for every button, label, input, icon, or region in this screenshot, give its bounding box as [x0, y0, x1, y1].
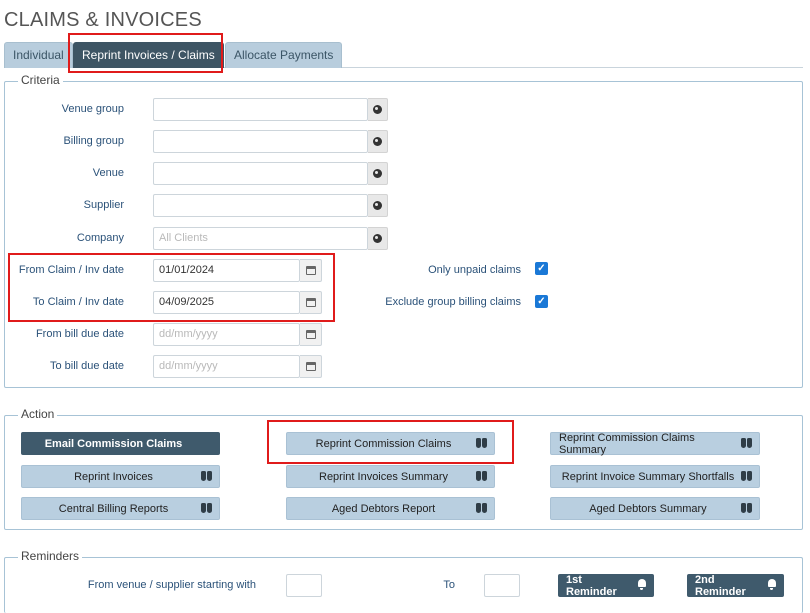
globe-icon: [373, 105, 382, 114]
tab-allocate-payments[interactable]: Allocate Payments: [225, 42, 343, 68]
globe-icon: [373, 169, 382, 178]
first-reminder-label: 1st Reminder: [566, 573, 617, 598]
supplier-label: Supplier: [83, 199, 124, 211]
aged-debtors-report-label: Aged Debtors Report: [331, 502, 436, 515]
binoculars-icon: [741, 438, 752, 449]
reprint-invoices-summary-button[interactable]: Reprint Invoices Summary: [286, 465, 495, 488]
reprint-commission-claims-button[interactable]: Reprint Commission Claims: [286, 432, 495, 455]
venue-lookup-button[interactable]: [368, 162, 388, 185]
reprint-invoices-label: Reprint Invoices: [74, 470, 153, 483]
supplier-input[interactable]: [153, 194, 368, 217]
venue-group-label: Venue group: [61, 103, 124, 115]
only-unpaid-label: Only unpaid claims: [428, 264, 521, 276]
company-lookup-button[interactable]: [368, 227, 388, 250]
exclude-group-label: Exclude group billing claims: [385, 296, 521, 308]
supplier-lookup-button[interactable]: [368, 194, 388, 217]
company-placeholder: All Clients: [159, 232, 208, 244]
aged-debtors-summary-button[interactable]: Aged Debtors Summary: [550, 497, 760, 520]
reprint-invoices-summary-label: Reprint Invoices Summary: [319, 470, 448, 483]
venue-input[interactable]: [153, 162, 368, 185]
from-claim-date-label: From Claim / Inv date: [18, 264, 124, 276]
venue-group-input[interactable]: [153, 98, 368, 121]
from-bill-due-label: From bill due date: [35, 328, 124, 340]
binoculars-icon: [741, 471, 752, 482]
from-bill-due-placeholder: dd/mm/yyyy: [159, 328, 218, 340]
calendar-icon: [305, 362, 316, 371]
email-commission-claims-button[interactable]: Email Commission Claims: [21, 432, 220, 455]
calendar-icon: [305, 266, 316, 275]
to-claim-date-input[interactable]: 04/09/2025: [153, 291, 300, 314]
reprint-commission-claims-summary-button[interactable]: Reprint Commission Claims Summary: [550, 431, 760, 456]
binoculars-icon: [476, 503, 487, 514]
second-reminder-label: 2nd Reminder: [695, 573, 746, 598]
second-reminder-button[interactable]: 2nd Reminder: [687, 573, 784, 598]
aged-debtors-summary-label: Aged Debtors Summary: [589, 502, 707, 515]
action-legend: Action: [18, 407, 58, 421]
globe-icon: [373, 137, 382, 146]
venue-group-lookup-button[interactable]: [368, 98, 388, 121]
reprint-invoice-summary-shortfalls-label: Reprint Invoice Summary Shortfalls: [561, 470, 735, 483]
reprint-invoice-summary-shortfalls-button[interactable]: Reprint Invoice Summary Shortfalls: [550, 465, 760, 488]
email-commission-claims-label: Email Commission Claims: [44, 437, 183, 450]
reprint-commission-claims-summary-label: Reprint Commission Claims Summary: [559, 431, 695, 456]
first-reminder-button[interactable]: 1st Reminder: [558, 573, 654, 598]
binoculars-icon: [201, 503, 212, 514]
central-billing-reports-label: Central Billing Reports: [58, 502, 169, 515]
to-bill-due-input[interactable]: dd/mm/yyyy: [153, 355, 300, 378]
envelope-icon: [202, 437, 213, 448]
reminders-from-label: From venue / supplier starting with: [87, 579, 256, 591]
reminders-to-input[interactable]: [484, 574, 520, 597]
globe-icon: [373, 234, 382, 243]
billing-group-label: Billing group: [63, 135, 124, 147]
to-bill-due-placeholder: dd/mm/yyyy: [159, 360, 218, 372]
billing-group-lookup-button[interactable]: [368, 130, 388, 153]
from-claim-date-input[interactable]: 01/01/2024: [153, 259, 300, 282]
page-title: CLAIMS & INVOICES: [4, 9, 202, 31]
reprint-commission-claims-label: Reprint Commission Claims: [315, 437, 452, 450]
to-bill-due-picker[interactable]: [300, 355, 322, 378]
calendar-icon: [305, 298, 316, 307]
bell-icon: [766, 579, 777, 590]
aged-debtors-report-button[interactable]: Aged Debtors Report: [286, 497, 495, 520]
to-claim-date-label: To Claim / Inv date: [32, 296, 124, 308]
binoculars-icon: [201, 471, 212, 482]
company-input[interactable]: All Clients: [153, 227, 368, 250]
tab-individual[interactable]: Individual: [4, 42, 73, 68]
bell-icon: [636, 579, 647, 590]
company-label: Company: [76, 232, 124, 244]
only-unpaid-checkbox[interactable]: ✓: [535, 262, 548, 275]
exclude-group-checkbox[interactable]: ✓: [535, 295, 548, 308]
from-bill-due-input[interactable]: dd/mm/yyyy: [153, 323, 300, 346]
reprint-invoices-button[interactable]: Reprint Invoices: [21, 465, 220, 488]
reminders-legend: Reminders: [18, 549, 83, 563]
reminders-to-label: To: [443, 579, 455, 591]
reminders-from-input[interactable]: [286, 574, 322, 597]
calendar-icon: [305, 330, 316, 339]
from-claim-date-picker[interactable]: [300, 259, 322, 282]
to-bill-due-label: To bill due date: [50, 360, 124, 372]
binoculars-icon: [476, 438, 487, 449]
tab-reprint-invoices-claims[interactable]: Reprint Invoices / Claims: [73, 42, 224, 68]
central-billing-reports-button[interactable]: Central Billing Reports: [21, 497, 220, 520]
criteria-legend: Criteria: [18, 73, 63, 87]
billing-group-input[interactable]: [153, 130, 368, 153]
to-claim-date-picker[interactable]: [300, 291, 322, 314]
venue-label: Venue: [92, 167, 124, 179]
from-bill-due-picker[interactable]: [300, 323, 322, 346]
binoculars-icon: [741, 503, 752, 514]
globe-icon: [373, 201, 382, 210]
binoculars-icon: [476, 471, 487, 482]
